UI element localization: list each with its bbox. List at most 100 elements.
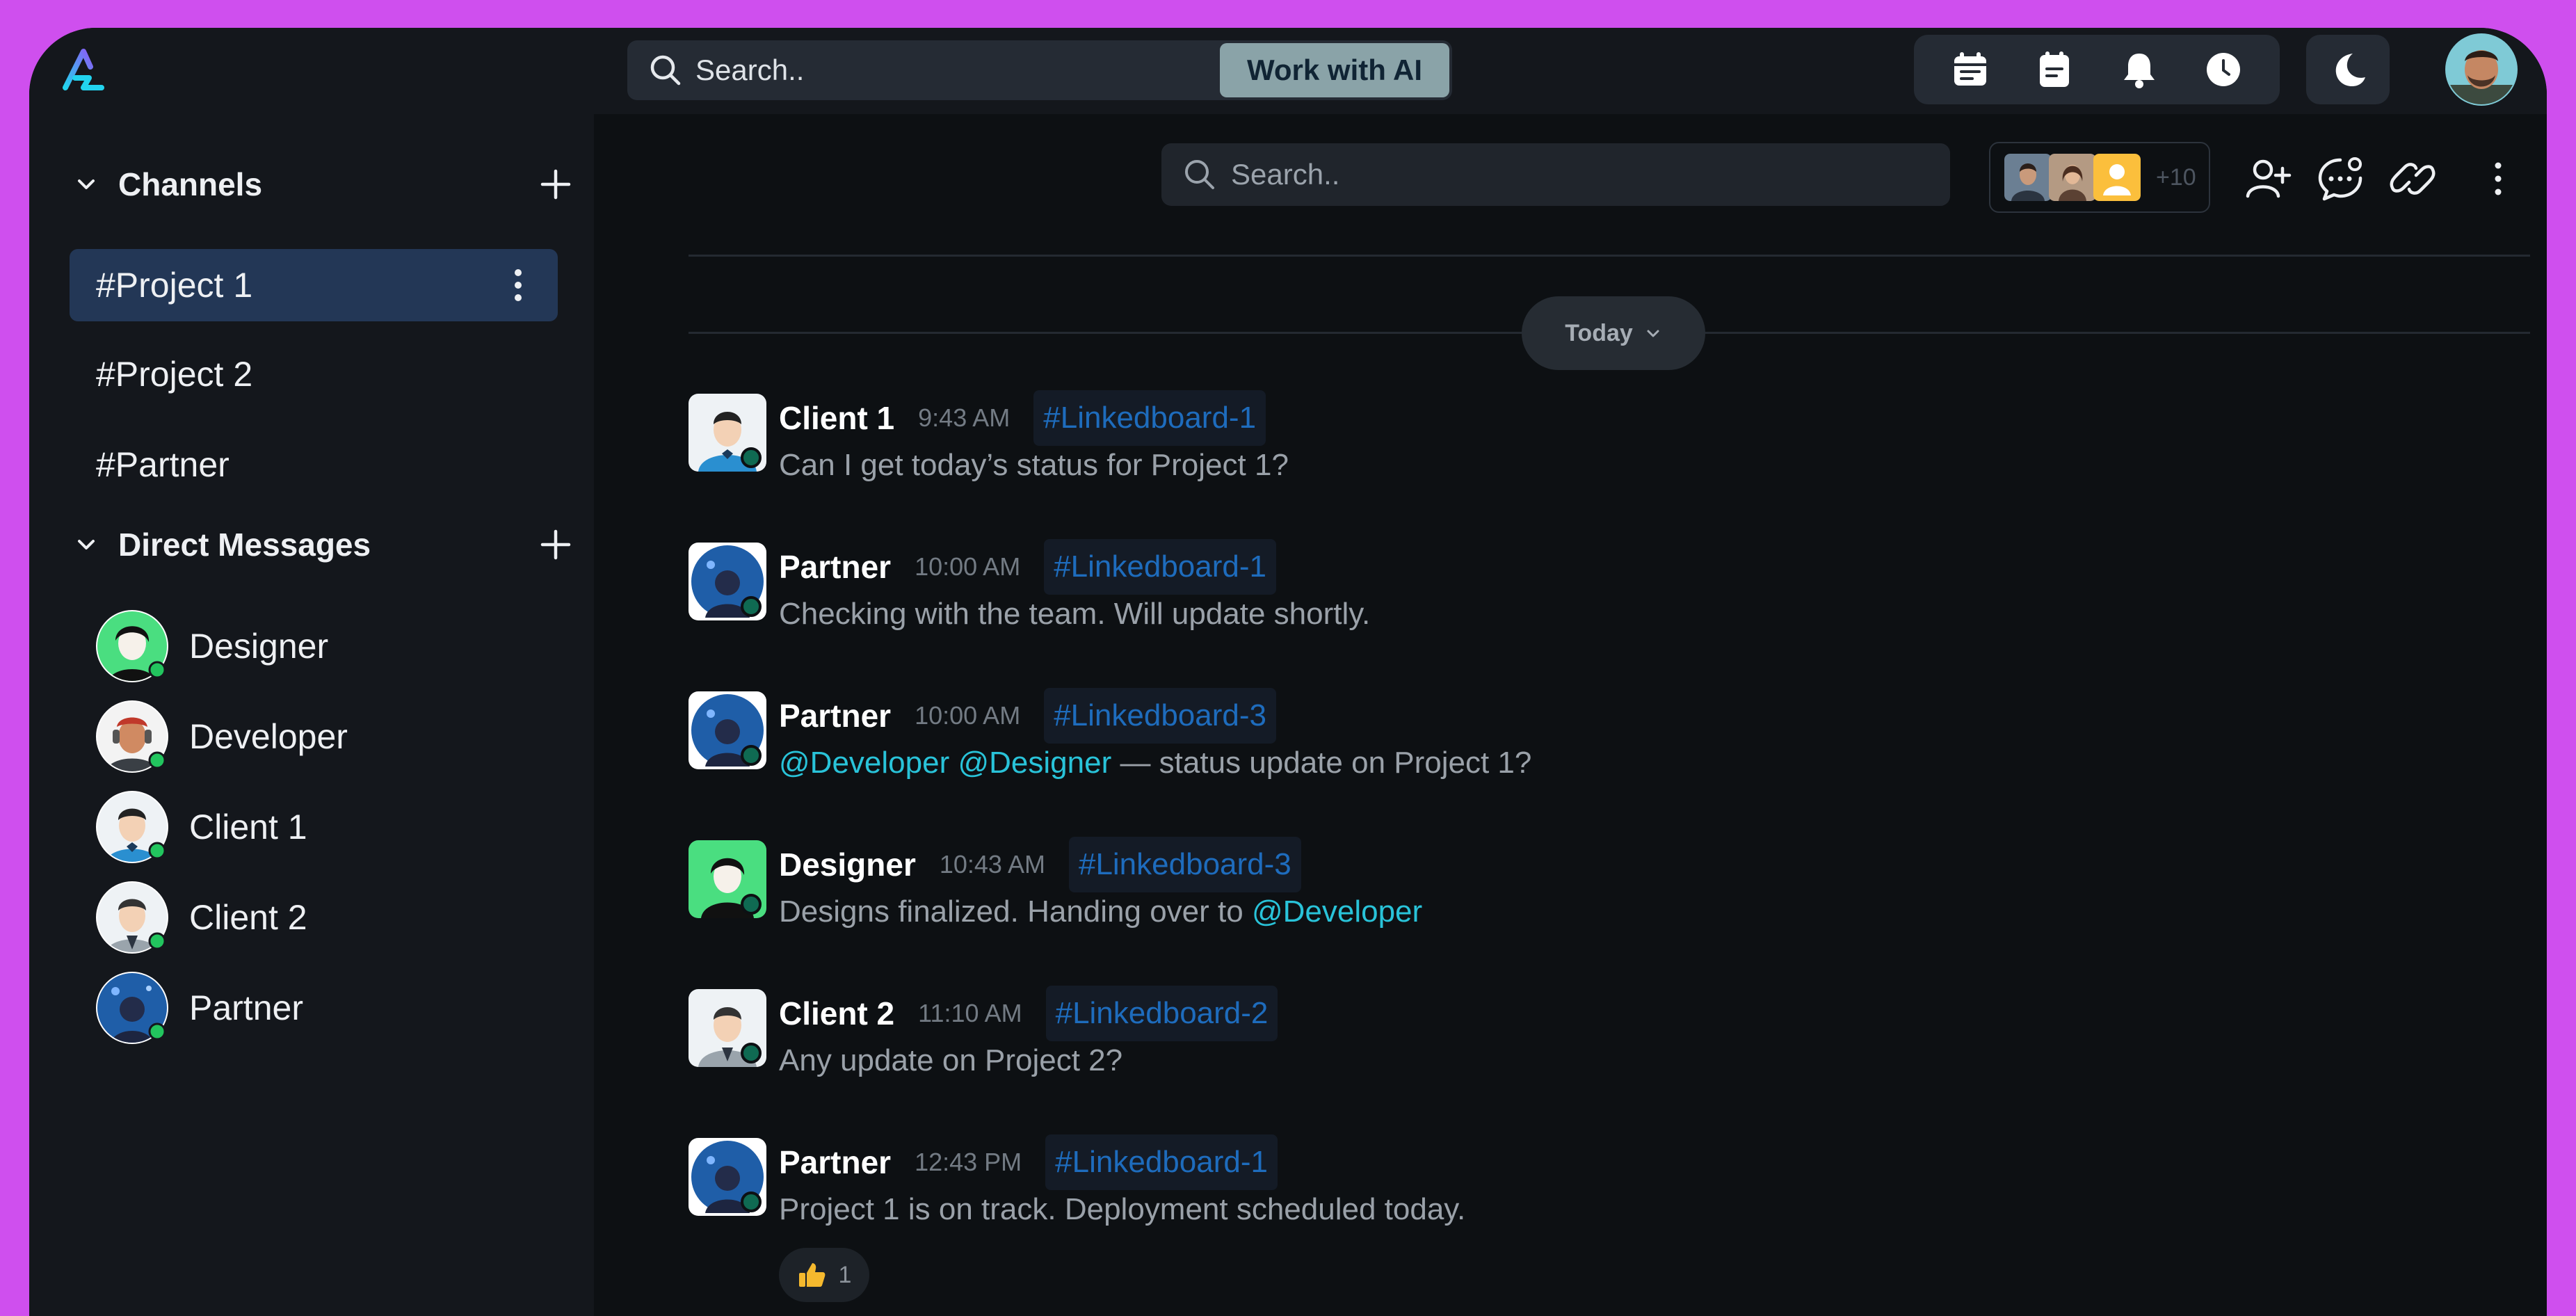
- sidebar: Channels #Project 1 #Project 2 #Partner …: [29, 114, 594, 1316]
- message-header: Designer 10:43 AM #Linkedboard-3: [779, 836, 1301, 893]
- message-time: 11:10 AM: [918, 999, 1022, 1027]
- message-item: Partner 12:43 PM #Linkedboard-1 Project …: [689, 1134, 2497, 1315]
- search-icon: [650, 55, 681, 86]
- toolbar-icons: [1914, 35, 2280, 104]
- message-header: Partner 12:43 PM #Linkedboard-1: [779, 1134, 1278, 1191]
- channels-section-header[interactable]: Channels: [74, 160, 574, 209]
- sender-name[interactable]: Designer: [779, 846, 916, 883]
- chat-settings-icon[interactable]: [2316, 154, 2365, 203]
- message-item: Designer 10:43 AM #Linkedboard-3 Designs…: [689, 836, 2497, 954]
- message-body: Designs finalized. Handing over to: [779, 894, 1252, 929]
- theme-toggle-button[interactable]: [2306, 35, 2390, 104]
- search-icon: [1185, 160, 1214, 189]
- top-bar: Search.. Work with AI: [29, 28, 2547, 114]
- message-time: 10:00 AM: [915, 701, 1021, 730]
- dm-label: Client 1: [189, 808, 307, 846]
- member-avatar: [2049, 154, 2096, 201]
- header-divider: [689, 255, 2530, 257]
- chevron-down-icon[interactable]: [74, 172, 99, 197]
- notes-icon[interactable]: [2034, 49, 2075, 90]
- mention-developer[interactable]: @Developer: [1252, 894, 1422, 929]
- thumbs-up-icon: [798, 1263, 825, 1287]
- message-item: Partner 10:00 AM #Linkedboard-3 @Develop…: [689, 687, 2497, 805]
- avatar: [96, 972, 168, 1044]
- channel-view: Search.. +10 Today Client 1 9:43 AM #Lin…: [594, 114, 2547, 1316]
- add-channel-icon[interactable]: [537, 166, 574, 203]
- message-item: Client 1 9:43 AM #Linkedboard-1 Can I ge…: [689, 390, 2497, 508]
- channel-item-project-1[interactable]: #Project 1: [70, 249, 558, 321]
- sender-name[interactable]: Client 2: [779, 995, 894, 1032]
- chevron-down-icon: [1647, 330, 1659, 337]
- avatar[interactable]: [689, 989, 766, 1067]
- dm-label: Partner: [189, 988, 303, 1027]
- link-icon[interactable]: [2388, 154, 2437, 203]
- message-text: Checking with the team. Will update shor…: [779, 597, 1371, 631]
- channel-members[interactable]: +10: [1989, 142, 2210, 213]
- avatar[interactable]: [689, 394, 766, 472]
- dm-label: Developer: [189, 717, 348, 756]
- members-more-count: +10: [2156, 163, 2196, 191]
- more-vertical-icon[interactable]: [2493, 154, 2504, 203]
- avatar[interactable]: [689, 1138, 766, 1216]
- sender-name[interactable]: Partner: [779, 1144, 891, 1181]
- message-header: Partner 10:00 AM #Linkedboard-1: [779, 538, 1276, 595]
- avatar[interactable]: [689, 543, 766, 620]
- reaction-thumbs-up[interactable]: 1: [779, 1248, 869, 1302]
- sender-name[interactable]: Partner: [779, 697, 891, 735]
- add-direct-message-icon[interactable]: [537, 526, 574, 563]
- board-tag[interactable]: #Linkedboard-3: [1068, 837, 1301, 892]
- channels-title: Channels: [118, 166, 263, 202]
- mention-developer[interactable]: @Developer: [779, 746, 949, 780]
- dm-label: Designer: [189, 627, 329, 666]
- mention-designer[interactable]: @Designer: [958, 746, 1111, 780]
- channel-item-partner[interactable]: #Partner: [70, 428, 558, 501]
- channel-search[interactable]: Search..: [1161, 143, 1950, 206]
- clock-icon[interactable]: [2203, 49, 2244, 90]
- message-header: Partner 10:00 AM #Linkedboard-3: [779, 687, 1276, 744]
- dm-item-client-1[interactable]: Client 1: [95, 789, 567, 865]
- more-options-icon[interactable]: [513, 267, 523, 303]
- add-member-icon[interactable]: [2244, 154, 2292, 203]
- sender-name[interactable]: Partner: [779, 548, 891, 586]
- sender-name[interactable]: Client 1: [779, 399, 894, 437]
- dm-item-partner[interactable]: Partner: [95, 970, 567, 1046]
- chevron-down-icon[interactable]: [74, 532, 99, 557]
- member-avatar: [2093, 154, 2141, 201]
- bell-icon[interactable]: [2119, 49, 2159, 90]
- calendar-icon[interactable]: [1950, 49, 1990, 90]
- dm-item-developer[interactable]: Developer: [95, 698, 567, 775]
- board-tag[interactable]: #Linkedboard-1: [1044, 539, 1276, 595]
- message-time: 9:43 AM: [918, 403, 1011, 432]
- channel-label: #Project 1: [96, 266, 253, 305]
- avatar: [96, 881, 168, 954]
- app-logo[interactable]: [58, 45, 108, 95]
- message-time: 10:43 AM: [939, 850, 1045, 878]
- avatar[interactable]: [689, 691, 766, 769]
- channel-item-project-2[interactable]: #Project 2: [70, 338, 558, 410]
- message-time: 10:00 AM: [915, 552, 1021, 581]
- channel-search-placeholder: Search..: [1231, 158, 1340, 191]
- direct-messages-title: Direct Messages: [118, 527, 371, 563]
- message-text: Project 1 is on track. Deployment schedu…: [779, 1192, 1466, 1226]
- board-tag[interactable]: #Linkedboard-3: [1044, 688, 1276, 744]
- board-tag[interactable]: #Linkedboard-1: [1033, 390, 1266, 446]
- avatar: [96, 610, 168, 682]
- reaction-count: 1: [838, 1261, 852, 1288]
- message-text: Designs finalized. Handing over to @Deve…: [779, 894, 1422, 929]
- work-with-ai-button[interactable]: Work with AI: [1220, 43, 1449, 97]
- app-window: Search.. Work with AI Channels #Project …: [29, 28, 2547, 1316]
- direct-messages-section-header[interactable]: Direct Messages: [74, 520, 574, 569]
- message-header: Client 1 9:43 AM #Linkedboard-1: [779, 390, 1266, 447]
- dm-item-designer[interactable]: Designer: [95, 608, 567, 684]
- dm-item-client-2[interactable]: Client 2: [95, 879, 567, 956]
- board-tag[interactable]: #Linkedboard-2: [1045, 986, 1278, 1041]
- date-label: Today: [1565, 319, 1633, 346]
- message-item: Partner 10:00 AM #Linkedboard-1 Checking…: [689, 538, 2497, 657]
- global-search[interactable]: Search.. Work with AI: [627, 40, 1452, 100]
- avatar: [96, 700, 168, 773]
- avatar[interactable]: [689, 840, 766, 918]
- date-divider-today[interactable]: Today: [1522, 296, 1705, 370]
- channel-label: #Project 2: [96, 355, 253, 394]
- user-avatar[interactable]: [2445, 33, 2518, 106]
- board-tag[interactable]: #Linkedboard-1: [1045, 1134, 1278, 1190]
